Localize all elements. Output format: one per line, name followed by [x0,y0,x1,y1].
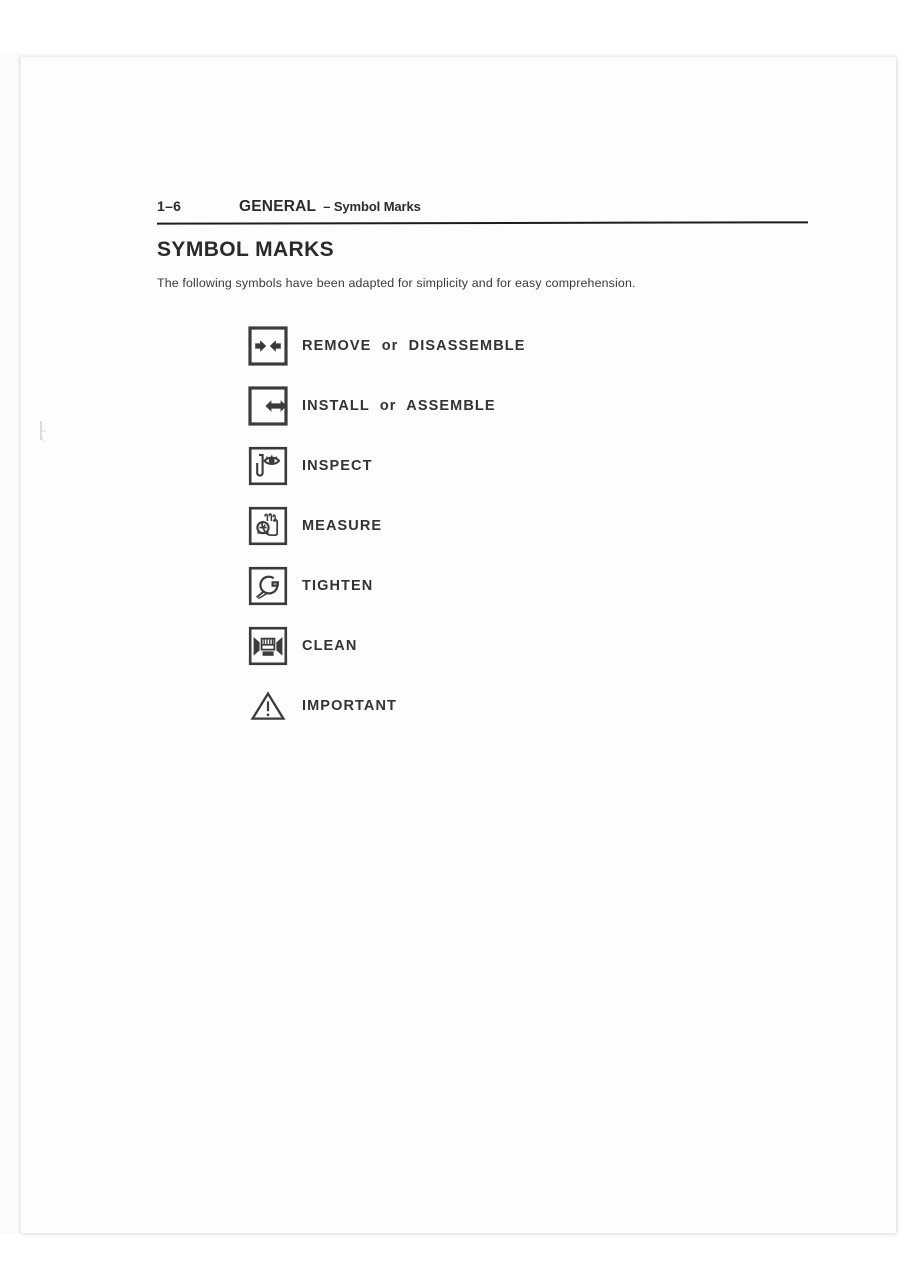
page-title: SYMBOL MARKS [157,238,335,261]
symbol-label: MEASURE [302,518,383,534]
page-content: 1–6 GENERAL – Symbol Marks SYMBOL MARKS … [156,198,817,736]
double-arrow-outward-icon [248,326,288,366]
symbol-label: IMPORTANT [302,698,398,714]
list-item: INSTALL or ASSEMBLE [248,376,817,436]
header-subsection-title: – Symbol Marks [323,199,421,214]
page-left-gutter [0,52,22,1234]
header-section-title: GENERAL [239,198,317,215]
warning-triangle-icon [248,686,288,726]
symbol-legend-list: REMOVE or DISASSEMBLE INSTALL or ASSEMBL… [248,316,817,736]
scan-artifact-mark [40,421,46,443]
running-header: 1–6 GENERAL – Symbol Marks [157,198,817,218]
list-item: MEASURE [248,496,817,556]
symbol-label: REMOVE or DISASSEMBLE [302,338,526,354]
hand-gauge-measure-icon [248,506,288,546]
symbol-label: CLEAN [302,638,358,654]
wrench-tighten-icon [248,566,288,606]
symbol-label: INSPECT [302,458,373,474]
list-item: IMPORTANT [248,676,817,736]
double-arrow-inward-icon [248,386,288,426]
header-divider [156,221,809,225]
list-item: INSPECT [248,436,817,496]
page-number: 1–6 [157,198,182,214]
brush-clean-icon [248,626,288,666]
symbol-label: INSTALL or ASSEMBLE [302,398,496,414]
list-item: CLEAN [248,616,817,676]
list-item: TIGHTEN [248,556,817,616]
eye-inspect-icon [248,446,288,486]
list-item: REMOVE or DISASSEMBLE [248,316,817,376]
intro-paragraph: The following symbols have been adapted … [157,276,636,290]
symbol-label: TIGHTEN [302,578,374,594]
